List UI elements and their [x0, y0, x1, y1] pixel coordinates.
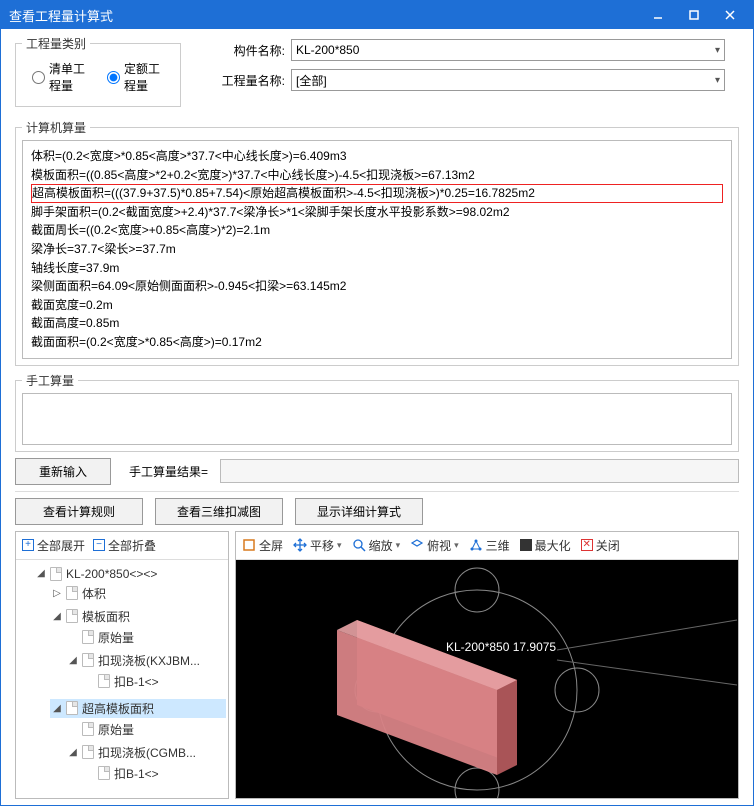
tree-node-tall-deduct-b1[interactable]: 扣B-1<> — [82, 764, 226, 783]
reinput-button[interactable]: 重新输入 — [15, 458, 111, 485]
tree-node-formwork-deduct[interactable]: ◢扣现浇板(KXJBM... — [66, 651, 226, 670]
radio-list-label: 清单工程量 — [49, 60, 89, 94]
tree-node-formwork-raw[interactable]: 原始量 — [66, 628, 226, 647]
page-icon — [98, 766, 110, 780]
close-view-button[interactable]: ✕关闭 — [581, 537, 620, 554]
manual-textarea[interactable] — [22, 393, 732, 445]
maximize-view-button[interactable]: 最大化 — [520, 537, 571, 554]
component-name-value: KL-200*850 — [296, 43, 359, 57]
page-icon — [50, 567, 62, 581]
calc-line: 超高模板面积=(((37.9+37.5)*0.85+7.54)<原始超高模板面积… — [31, 184, 723, 203]
calc-line: 截面宽度=0.2m — [31, 296, 723, 315]
category-group: 工程量类别 清单工程量 定额工程量 — [15, 35, 181, 107]
radio-quota[interactable]: 定额工程量 — [107, 60, 164, 94]
tree-node-formwork[interactable]: ◢模板面积 — [50, 607, 226, 626]
page-icon — [66, 609, 78, 623]
calc-line: 轴线长度=37.9m — [31, 259, 723, 278]
component-name-combo[interactable]: KL-200*850 ▾ — [291, 39, 725, 61]
calc-line: 截面面积=(0.2<宽度>*0.85<高度>)=0.17m2 — [31, 333, 723, 352]
close-icon: ✕ — [581, 539, 593, 551]
quantity-name-value: [全部] — [296, 72, 327, 89]
page-icon — [82, 722, 94, 736]
fullscreen-button[interactable]: 全屏 — [242, 537, 283, 554]
collapse-all-button[interactable]: −全部折叠 — [93, 537, 156, 554]
viewer-label: KL-200*850 17.9075 — [446, 640, 556, 654]
tree-node-formwork-deduct-b1[interactable]: 扣B-1<> — [82, 672, 226, 691]
close-button[interactable] — [713, 5, 747, 25]
window-title: 查看工程量计算式 — [9, 6, 113, 25]
top-view-button[interactable]: 俯视▾ — [410, 537, 459, 554]
three-d-button[interactable]: 三维 — [469, 537, 510, 554]
page-icon — [82, 630, 94, 644]
zoom-button[interactable]: 缩放▾ — [352, 537, 401, 554]
chevron-down-icon: ▾ — [715, 75, 720, 86]
minimize-button[interactable] — [641, 5, 675, 25]
plus-icon: + — [22, 539, 34, 551]
page-icon — [66, 701, 78, 715]
manual-legend: 手工算量 — [22, 372, 78, 389]
manual-result-value — [220, 459, 739, 483]
calc-line: 体积=(0.2<宽度>*0.85<高度>*37.7<中心线长度>)=6.409m… — [31, 147, 723, 166]
three-d-viewer[interactable]: KL-200*850 17.9075 — [236, 560, 738, 798]
calc-line: 截面高度=0.85m — [31, 314, 723, 333]
calc-lines: 体积=(0.2<宽度>*0.85<高度>*37.7<中心线长度>)=6.409m… — [22, 140, 732, 359]
page-icon — [98, 674, 110, 688]
view-rule-button[interactable]: 查看计算规则 — [15, 498, 143, 525]
quantity-name-label: 工程量名称: — [219, 72, 285, 89]
maximize-button[interactable] — [677, 5, 711, 25]
calc-line: 梁净长=37.7<梁长>=37.7m — [31, 240, 723, 259]
radio-quota-label: 定额工程量 — [124, 60, 164, 94]
manual-result-label: 手工算量结果= — [129, 463, 208, 480]
pan-button[interactable]: 平移▾ — [293, 537, 342, 554]
calc-legend: 计算机算量 — [22, 119, 90, 136]
page-icon — [66, 586, 78, 600]
tree-node-volume[interactable]: ▷体积 — [50, 584, 226, 603]
manual-group: 手工算量 — [15, 372, 739, 452]
view-3d-button[interactable]: 查看三维扣减图 — [155, 498, 283, 525]
tree-node-tall-raw[interactable]: 原始量 — [66, 720, 226, 739]
component-name-label: 构件名称: — [219, 42, 285, 59]
tree-node-tall-deduct[interactable]: ◢扣现浇板(CGMB... — [66, 743, 226, 762]
radio-list[interactable]: 清单工程量 — [32, 60, 89, 94]
chevron-down-icon: ▾ — [715, 45, 720, 56]
calc-line: 梁侧面面积=64.09<原始侧面面积>-0.945<扣梁>=63.145m2 — [31, 277, 723, 296]
expand-all-button[interactable]: +全部展开 — [22, 537, 85, 554]
square-icon — [520, 539, 532, 551]
quantity-name-combo[interactable]: [全部] ▾ — [291, 69, 725, 91]
calc-line: 模板面积=((0.85<高度>*2+0.2<宽度>)*37.7<中心线长度>)-… — [31, 166, 723, 185]
calc-line: 脚手架面积=(0.2<截面宽度>+2.4)*37.7<梁净长>*1<梁脚手架长度… — [31, 203, 723, 222]
category-legend: 工程量类别 — [22, 35, 90, 52]
calc-group: 计算机算量 体积=(0.2<宽度>*0.85<高度>*37.7<中心线长度>)=… — [15, 119, 739, 366]
minus-icon: − — [93, 539, 105, 551]
tree-node-root[interactable]: ◢KL-200*850<><> — [34, 566, 226, 582]
calc-line: 截面周长=((0.2<宽度>+0.85<高度>)*2)=2.1m — [31, 221, 723, 240]
page-icon — [82, 745, 94, 759]
show-detail-button[interactable]: 显示详细计算式 — [295, 498, 423, 525]
tree[interactable]: ◢KL-200*850<><> ▷体积 ◢模板面积 原始量 ◢扣现浇板(KXJB… — [16, 560, 228, 798]
page-icon — [82, 653, 94, 667]
tree-node-tall-formwork[interactable]: ◢超高模板面积 — [50, 699, 226, 718]
